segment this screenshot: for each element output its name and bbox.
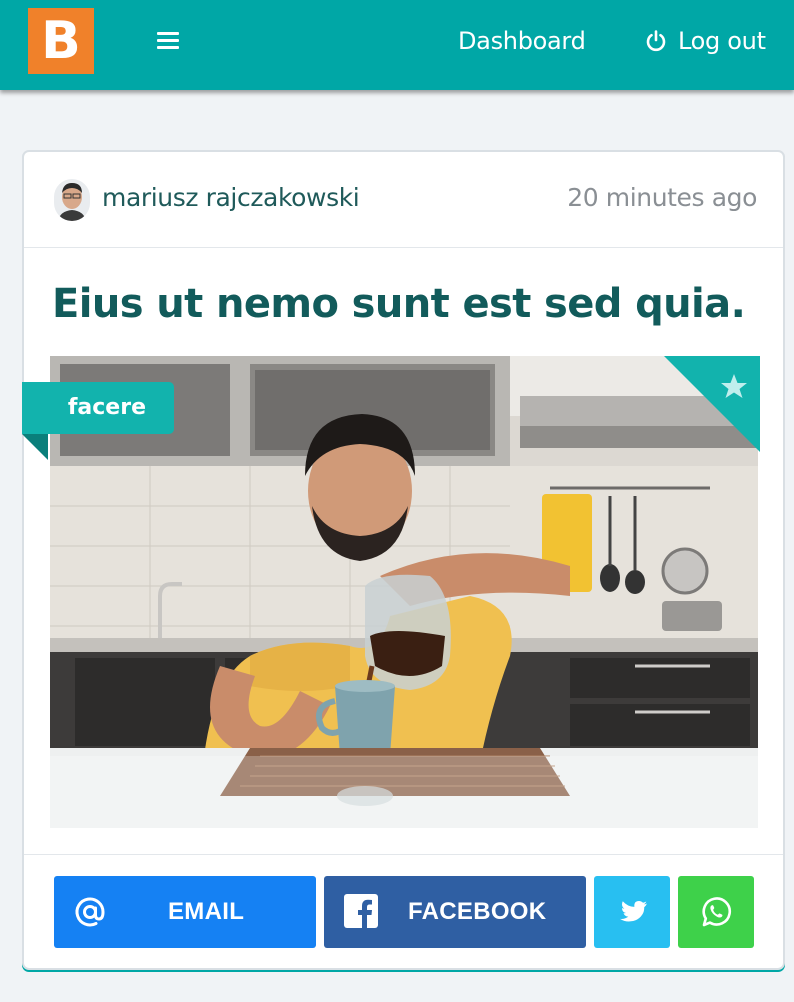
- logout-label: Log out: [678, 27, 766, 55]
- at-icon: [75, 897, 105, 927]
- tag-ribbon-fold: [22, 434, 48, 460]
- author-name[interactable]: mariusz rajczakowski: [102, 180, 360, 216]
- facebook-share-label: FACEBOOK: [408, 898, 547, 925]
- post-tag[interactable]: facere: [22, 382, 174, 434]
- avatar[interactable]: [54, 179, 90, 221]
- email-share-label: EMAIL: [168, 898, 245, 925]
- nav-dashboard-link[interactable]: Dashboard: [458, 24, 586, 58]
- power-icon: [646, 30, 666, 52]
- whatsapp-icon: [702, 897, 731, 927]
- brand-logo[interactable]: B: [28, 8, 94, 74]
- email-share-button[interactable]: EMAIL: [54, 876, 316, 948]
- facebook-share-button[interactable]: FACEBOOK: [324, 876, 586, 948]
- facebook-icon: [344, 894, 378, 928]
- post-header: mariusz rajczakowski 20 minutes ago: [24, 152, 783, 248]
- twitter-icon: [620, 901, 647, 922]
- card-divider: [24, 854, 783, 855]
- whatsapp-share-button[interactable]: [678, 876, 754, 948]
- logout-button[interactable]: Log out: [644, 24, 766, 58]
- post-card: mariusz rajczakowski 20 minutes ago Eius…: [22, 150, 785, 970]
- featured-ribbon[interactable]: [664, 356, 760, 452]
- hamburger-icon[interactable]: [152, 26, 184, 56]
- twitter-share-button[interactable]: [594, 876, 670, 948]
- post-title[interactable]: Eius ut nemo sunt est sed quia.: [52, 278, 746, 330]
- top-navbar: B Dashboard Log out: [0, 0, 794, 90]
- post-timestamp: 20 minutes ago: [567, 183, 757, 212]
